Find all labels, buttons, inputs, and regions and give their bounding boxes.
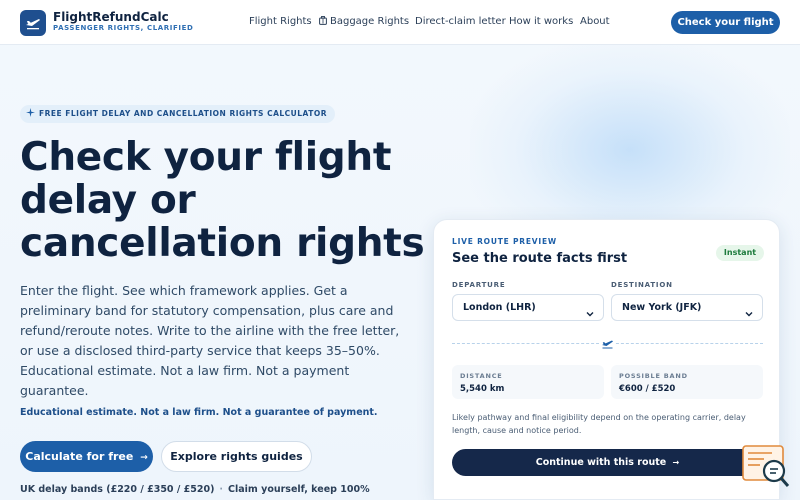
nav-label: Baggage Rights [330, 16, 410, 27]
card-eyebrow: LIVE ROUTE PREVIEW [452, 237, 557, 246]
sparkle-icon [26, 106, 35, 124]
route-preview-card: LIVE ROUTE PREVIEW See the route facts f… [433, 219, 780, 500]
band-stat: POSSIBLE BAND €600 / £520 [611, 365, 763, 399]
departure-label: DEPARTURE [452, 281, 506, 289]
nav-how-it-works[interactable]: How it works [509, 16, 573, 27]
nav-label: Direct-claim letter [415, 16, 506, 27]
separator-dot: · [219, 484, 224, 495]
departure-value: London (LHR) [463, 302, 536, 313]
departure-select[interactable]: London (LHR) [452, 294, 604, 321]
status-badge: Instant [716, 245, 764, 261]
hero-description: Enter the flight. See which framework ap… [20, 283, 400, 398]
card-note: Likely pathway and final eligibility dep… [452, 413, 746, 435]
destination-value: New York (JFK) [622, 302, 702, 313]
trust-item: Claim yourself, keep 100% [228, 484, 370, 495]
explore-guides-button[interactable]: Explore rights guides [161, 441, 312, 472]
arrow-right-icon: → [140, 453, 148, 463]
distance-value: 5,540 km [460, 384, 505, 394]
calculate-button[interactable]: Calculate for free → [20, 441, 153, 472]
calculate-button-label: Calculate for free [25, 450, 134, 463]
brand-tagline: PASSENGER RIGHTS, CLARIFIED [53, 24, 194, 32]
band-value: €600 / £520 [619, 384, 676, 394]
luggage-icon [319, 16, 327, 28]
document-search-widget-icon[interactable] [742, 445, 790, 489]
nav-baggage-rights[interactable]: Baggage Rights [319, 16, 409, 28]
nav-direct-claim-letter[interactable]: Direct-claim letter [415, 16, 506, 27]
continue-route-button[interactable]: Continue with this route → [452, 449, 763, 476]
trust-line: UK delay bands (£220 / £350 / £520) · Clai… [20, 484, 370, 495]
nav-label: How it works [509, 16, 574, 27]
trust-item: UK delay bands (£220 / £350 / £520) [20, 484, 215, 495]
plane-icon[interactable] [20, 10, 46, 36]
destination-select[interactable]: New York (JFK) [611, 294, 763, 321]
page-title: Check your flight delay or cancellation … [20, 135, 425, 266]
nav-flight-rights[interactable]: Flight Rights [249, 16, 312, 27]
hero-eyebrow-text: FREE FLIGHT DELAY AND CANCELLATION RIGHT… [39, 109, 328, 118]
destination-label: DESTINATION [611, 281, 673, 289]
chevron-down-icon [586, 303, 594, 328]
card-title: See the route facts first [452, 251, 628, 266]
nav-label: About [580, 16, 610, 27]
nav-about[interactable]: About [580, 16, 610, 27]
site-header: FlightRefundCalc PASSENGER RIGHTS, CLARI… [0, 0, 800, 45]
plane-takeoff-icon [599, 336, 615, 350]
chevron-down-icon [745, 303, 753, 328]
nav-label: Flight Rights [249, 16, 312, 27]
hero-disclaimer: Educational estimate. Not a law firm. No… [20, 407, 378, 418]
check-flight-button[interactable]: Check your flight [671, 11, 780, 34]
distance-label: DISTANCE [460, 372, 503, 380]
distance-stat: DISTANCE 5,540 km [452, 365, 604, 399]
brand-name[interactable]: FlightRefundCalc [53, 10, 169, 24]
arrow-right-icon: → [672, 458, 680, 467]
hero-eyebrow: FREE FLIGHT DELAY AND CANCELLATION RIGHT… [20, 105, 336, 124]
band-label: POSSIBLE BAND [619, 372, 688, 380]
continue-button-label: Continue with this route [535, 457, 667, 468]
